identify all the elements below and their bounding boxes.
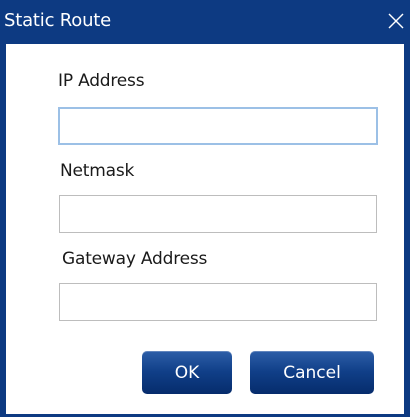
close-icon[interactable] <box>384 9 408 33</box>
cancel-button[interactable]: Cancel <box>250 351 374 394</box>
ip-address-label: IP Address <box>58 71 145 91</box>
dialog-titlebar: Static Route <box>0 0 410 44</box>
static-route-dialog: Static Route IP Address Netmask Gateway … <box>0 0 410 417</box>
netmask-label: Netmask <box>60 161 135 181</box>
ip-address-input[interactable] <box>58 107 378 145</box>
ok-button[interactable]: OK <box>142 351 232 394</box>
gateway-address-input[interactable] <box>59 283 377 321</box>
gateway-address-label: Gateway Address <box>62 249 208 269</box>
netmask-input[interactable] <box>59 195 377 233</box>
dialog-title: Static Route <box>4 10 112 31</box>
